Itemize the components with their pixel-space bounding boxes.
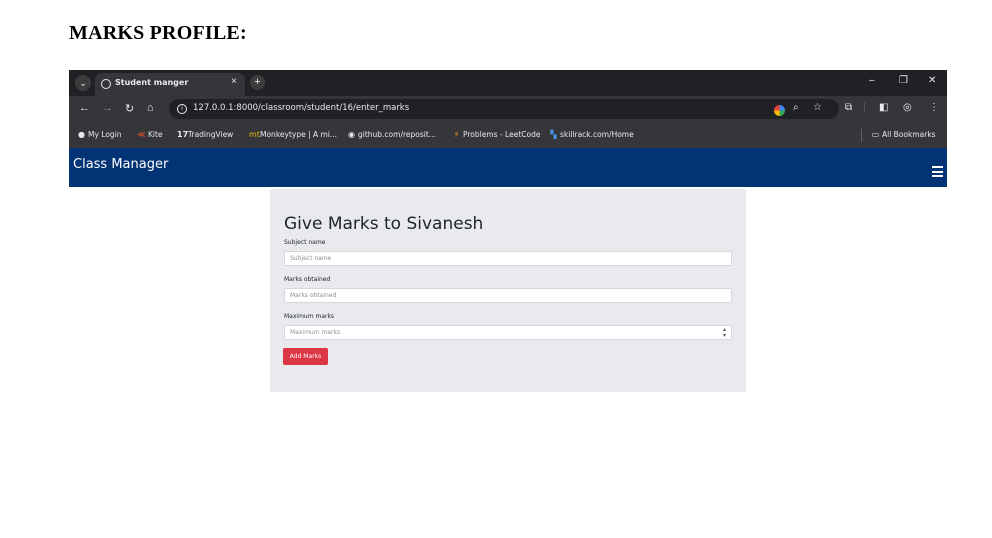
maximum-marks-label: Maximum marks [284,313,335,320]
leetcode-icon: ⚡ [453,130,460,139]
bookmark-leetcode[interactable]: ⚡ Problems - LeetCode [452,130,541,139]
monkeytype-icon: mt [249,130,260,139]
minimize-icon[interactable]: – [869,75,875,86]
close-tab-icon[interactable]: × [231,76,237,87]
browser-window: ⌄ Student manger × + – ❐ ✕ ← → ↻ ⌂ i 127… [69,70,947,187]
close-window-icon[interactable]: ✕ [928,75,936,86]
github-icon: ◉ [348,130,355,139]
subject-name-label: Subject name [284,239,326,246]
bookmarks-bar: ● My Login ≪ Kite 17TradingView mtMonkeyty… [69,123,947,148]
menu-dots-icon[interactable]: ⋮ [929,102,939,113]
tab-student-manager[interactable]: Student manger × [95,73,245,96]
bookmark-skillrack[interactable]: ▚ skillrack.com/Home [549,130,634,139]
home-icon[interactable]: ⌂ [147,102,154,114]
bookmark-label: github.com/reposit... [358,130,436,139]
tab-strip: ⌄ Student manger × + – ❐ ✕ [69,70,947,96]
subject-name-input[interactable]: Subject name [284,251,732,266]
bookmark-kite[interactable]: ≪ Kite [137,130,163,139]
zoom-icon[interactable]: ⌕ [793,102,799,113]
bookmark-label: My Login [88,130,122,139]
forward-arrow-icon[interactable]: → [102,102,113,114]
extensions-icon[interactable]: ⧉ [845,102,852,113]
app-navbar: Class Manager [69,148,947,187]
all-bookmarks[interactable]: ▭ All Bookmarks [871,130,936,139]
marks-obtained-input[interactable]: Marks obtained [284,288,732,303]
kite-icon: ≪ [137,130,146,139]
tab-title: Student manger [115,78,189,87]
bookmark-label: Monkeytype | A mi... [260,130,338,139]
maximum-marks-input[interactable]: Maximum marks ▴ ▾ [284,325,732,340]
restore-icon[interactable]: ❐ [899,75,908,86]
bookmark-tradingview[interactable]: 17TradingView [177,130,233,139]
bookmark-label: Problems - LeetCode [463,130,541,139]
browser-toolbar: ← → ↻ ⌂ i 127.0.0.1:8000/classroom/stude… [69,96,947,123]
bookmark-monkeytype[interactable]: mtMonkeytype | A mi... [249,130,337,139]
brand-link[interactable]: Class Manager [73,157,168,172]
back-arrow-icon[interactable]: ← [79,102,90,114]
number-spinner-icon[interactable]: ▴ ▾ [723,327,726,339]
hamburger-menu-icon[interactable] [932,166,943,177]
bookmark-label: skillrack.com/Home [560,130,634,139]
marks-obtained-label: Marks obtained [284,276,331,283]
new-tab-button[interactable]: + [250,75,265,90]
side-panel-icon[interactable]: ◧ [879,102,888,113]
address-bar[interactable]: i 127.0.0.1:8000/classroom/student/16/en… [169,99,839,119]
folder-icon: ▭ [871,130,880,139]
url-text[interactable]: 127.0.0.1:8000/classroom/student/16/ente… [193,103,409,113]
tab-search-icon[interactable]: ⌄ [75,75,91,91]
all-bookmarks-label: All Bookmarks [882,130,936,139]
page-heading: MARKS PROFILE: [69,22,247,44]
marks-form-card: Give Marks to Sivanesh Subject name Subj… [270,189,746,392]
star-icon[interactable]: ☆ [813,102,822,113]
reload-icon[interactable]: ↻ [125,102,134,115]
add-marks-button[interactable]: Add Marks [283,348,328,365]
bookmark-label: Kite [148,130,163,139]
profile-icon[interactable]: ◎ [903,102,912,113]
skillrack-icon: ▚ [550,130,557,139]
bookmarks-divider [861,129,862,142]
bookmark-my-login[interactable]: ● My Login [77,130,122,139]
form-title: Give Marks to Sivanesh [284,214,484,234]
globe-icon [101,79,111,89]
site-info-icon[interactable]: i [177,104,187,114]
bookmark-github[interactable]: ◉ github.com/reposit... [347,130,436,139]
tradingview-icon: 17 [177,130,189,139]
maximum-marks-placeholder: Maximum marks [290,329,341,336]
globe-icon: ● [78,130,85,139]
google-lens-icon[interactable] [774,105,785,116]
bookmark-label: TradingView [188,130,234,139]
toolbar-divider: | [863,102,866,113]
